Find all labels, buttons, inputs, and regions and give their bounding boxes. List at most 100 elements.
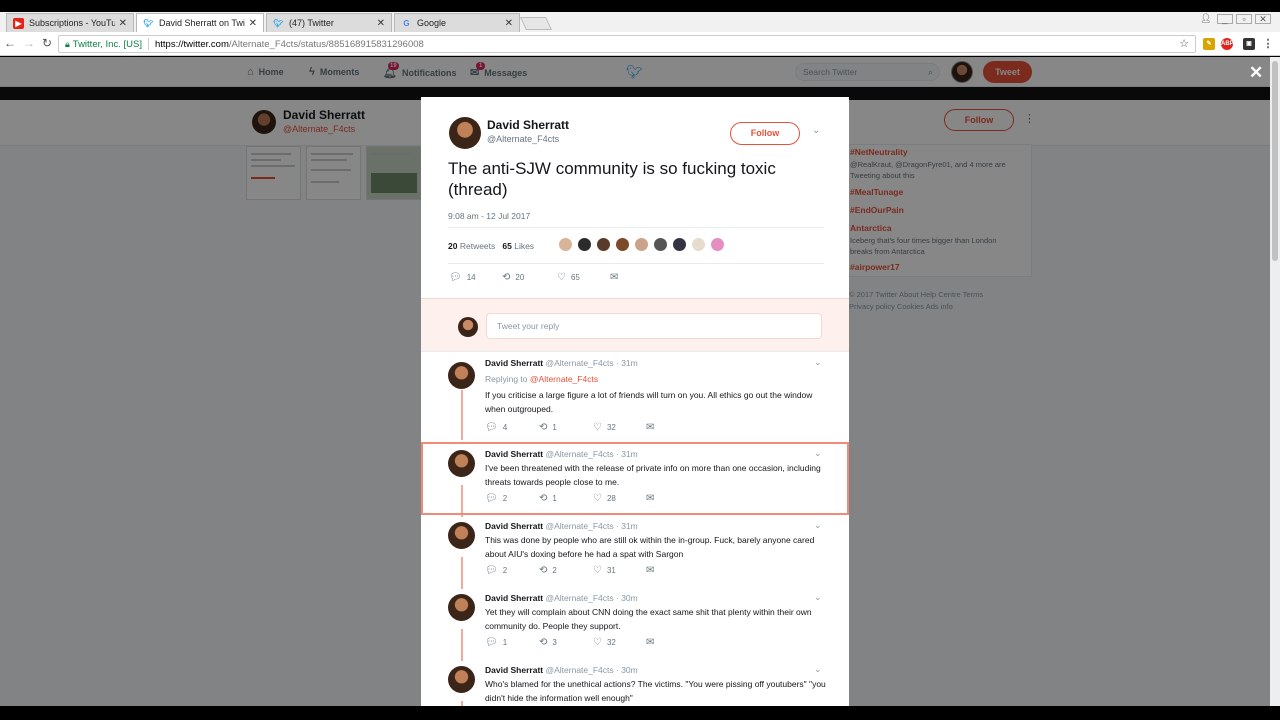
retweet-action[interactable]: ⟲ 1 <box>539 493 557 504</box>
tweet-timestamp[interactable]: 9:08 am - 12 Jul 2017 <box>448 211 530 221</box>
retweet-action[interactable]: ⟲ 2 <box>539 565 557 576</box>
retweets-count: 20 <box>448 241 458 251</box>
reply-action[interactable]: 💬︎ 1 <box>485 637 507 648</box>
chevron-down-icon[interactable]: ⌄ <box>814 448 822 459</box>
retweet-action[interactable]: ⟲ 3 <box>539 637 557 648</box>
retweet-action[interactable]: ⟲ 1 <box>539 422 557 433</box>
chevron-down-icon[interactable]: ⌄ <box>814 592 822 603</box>
new-tab-button[interactable] <box>519 17 553 30</box>
avatar[interactable] <box>448 666 475 693</box>
follow-button[interactable]: Follow <box>730 122 800 145</box>
avatar[interactable] <box>448 450 475 477</box>
extension-icon[interactable]: ▣ <box>1243 38 1255 50</box>
author-handle[interactable]: @Alternate_F4cts <box>487 134 559 144</box>
reply-action[interactable]: 💬︎ 14 <box>449 272 476 283</box>
minimize-button[interactable]: _ <box>1217 14 1233 24</box>
like-action[interactable]: ♡ 32 <box>593 637 616 648</box>
tab-close-icon[interactable]: ✕ <box>249 18 257 29</box>
tab-close-icon[interactable]: ✕ <box>377 18 385 29</box>
replying-to-prefix: Replying to <box>485 374 528 384</box>
tab-title: David Sherratt on Twitte <box>159 18 245 28</box>
heart-icon: ♡ <box>593 637 602 648</box>
chevron-down-icon[interactable]: ⌄ <box>814 520 822 531</box>
avatar <box>458 317 478 337</box>
reply-input[interactable]: Tweet your reply <box>486 313 822 339</box>
thread-line <box>461 629 463 661</box>
extension-icon[interactable]: ✎ <box>1203 38 1215 50</box>
like-action[interactable]: ♡ 28 <box>593 493 616 504</box>
author-name[interactable]: David Sherratt <box>485 358 543 368</box>
tweet-text: If you criticise a large figure a lot of… <box>485 390 813 414</box>
retweet-count: 1 <box>552 494 557 503</box>
reply-action[interactable]: 💬︎ 2 <box>485 565 507 576</box>
direct-message-action[interactable]: ✉ <box>646 422 659 433</box>
back-arrow-icon[interactable]: ← <box>3 36 17 50</box>
tab-google[interactable]: G Google ✕ <box>394 13 520 32</box>
reply-action[interactable]: 💬︎ 4 <box>485 422 507 433</box>
chevron-down-icon[interactable]: ⌄ <box>814 357 822 368</box>
avatar[interactable] <box>672 237 687 252</box>
replying-to-handle[interactable]: @Alternate_F4cts <box>530 374 598 384</box>
tweet-meta: @Alternate_F4cts · 31m <box>545 358 638 368</box>
forward-arrow-icon[interactable]: → <box>22 36 36 50</box>
url-host: https://twitter.com <box>154 38 229 50</box>
lock-icon: 🔒︎ <box>65 38 70 49</box>
author-name[interactable]: David Sherratt <box>485 521 543 531</box>
profile-icon[interactable]: 👤︎ <box>1198 14 1214 24</box>
author-name[interactable]: David Sherratt <box>485 665 543 675</box>
menu-icon[interactable]: ⋮ <box>1262 38 1274 50</box>
direct-message-action[interactable]: ✉ <box>646 637 659 648</box>
like-count: 65 <box>570 273 580 282</box>
envelope-icon: ✉ <box>646 422 655 433</box>
like-action[interactable]: ♡ 32 <box>593 422 616 433</box>
avatar[interactable] <box>448 522 475 549</box>
avatar[interactable] <box>596 237 611 252</box>
reply-action[interactable]: 💬︎ 2 <box>485 493 507 504</box>
close-icon[interactable]: ✕ <box>1249 63 1263 83</box>
direct-message-action[interactable]: ✉ <box>646 565 659 576</box>
tweet-text: I've been threatened with the release of… <box>485 463 821 487</box>
retweet-icon: ⟲ <box>502 272 511 283</box>
tab-david-sherratt[interactable]: 🐦︎ David Sherratt on Twitte ✕ <box>136 13 264 32</box>
direct-message-action[interactable]: ✉ <box>646 493 659 504</box>
avatar[interactable] <box>448 594 475 621</box>
screen: ▶ Subscriptions - YouTube ✕ 🐦︎ David She… <box>0 0 1280 720</box>
direct-message-action[interactable]: ✉ <box>610 272 623 283</box>
twitter-bird-icon: 🐦︎ <box>273 18 284 28</box>
address-bar[interactable]: 🔒︎ Twitter, Inc. [US] https://twitter.co… <box>58 35 1196 53</box>
close-window-button[interactable]: ✕ <box>1255 14 1271 24</box>
like-action[interactable]: ♡ 65 <box>557 272 580 283</box>
tab-close-icon[interactable]: ✕ <box>119 18 127 29</box>
tweet-text: The anti-SJW community is so fucking tox… <box>448 159 776 199</box>
reload-icon[interactable]: ↻ <box>40 36 54 50</box>
author-name[interactable]: David Sherratt <box>485 593 543 603</box>
avatar[interactable] <box>691 237 706 252</box>
retweet-action[interactable]: ⟲ 20 <box>502 272 524 283</box>
adblock-icon[interactable]: ABP <box>1221 38 1234 50</box>
reply-icon: 💬︎ <box>485 637 498 648</box>
tweet-stats[interactable]: 20 Retweets 65 Likes <box>448 241 534 251</box>
scrollbar[interactable] <box>1270 57 1280 706</box>
avatar[interactable] <box>577 237 592 252</box>
scrollbar-thumb[interactable] <box>1272 61 1278 261</box>
tab-youtube[interactable]: ▶ Subscriptions - YouTube ✕ <box>6 13 134 32</box>
like-action[interactable]: ♡ 31 <box>593 565 616 576</box>
author-name[interactable]: David Sherratt <box>487 118 569 132</box>
reply-icon: 💬︎ <box>485 422 498 433</box>
tab-close-icon[interactable]: ✕ <box>505 18 513 29</box>
retweet-icon: ⟲ <box>539 422 548 433</box>
bookmark-star-icon[interactable]: ☆ <box>1179 37 1189 50</box>
author-name[interactable]: David Sherratt <box>485 449 543 459</box>
chevron-down-icon[interactable]: ⌄ <box>812 125 820 136</box>
avatar[interactable] <box>448 362 475 389</box>
avatar[interactable] <box>634 237 649 252</box>
avatar[interactable] <box>653 237 668 252</box>
avatar[interactable] <box>615 237 630 252</box>
avatar[interactable] <box>710 237 725 252</box>
tab-twitter[interactable]: 🐦︎ (47) Twitter ✕ <box>266 13 392 32</box>
tweet-meta: @Alternate_F4cts · 30m <box>545 593 638 603</box>
chevron-down-icon[interactable]: ⌄ <box>814 664 822 675</box>
avatar[interactable] <box>449 117 481 149</box>
maximize-button[interactable]: ▫ <box>1236 14 1252 24</box>
avatar[interactable] <box>558 237 573 252</box>
